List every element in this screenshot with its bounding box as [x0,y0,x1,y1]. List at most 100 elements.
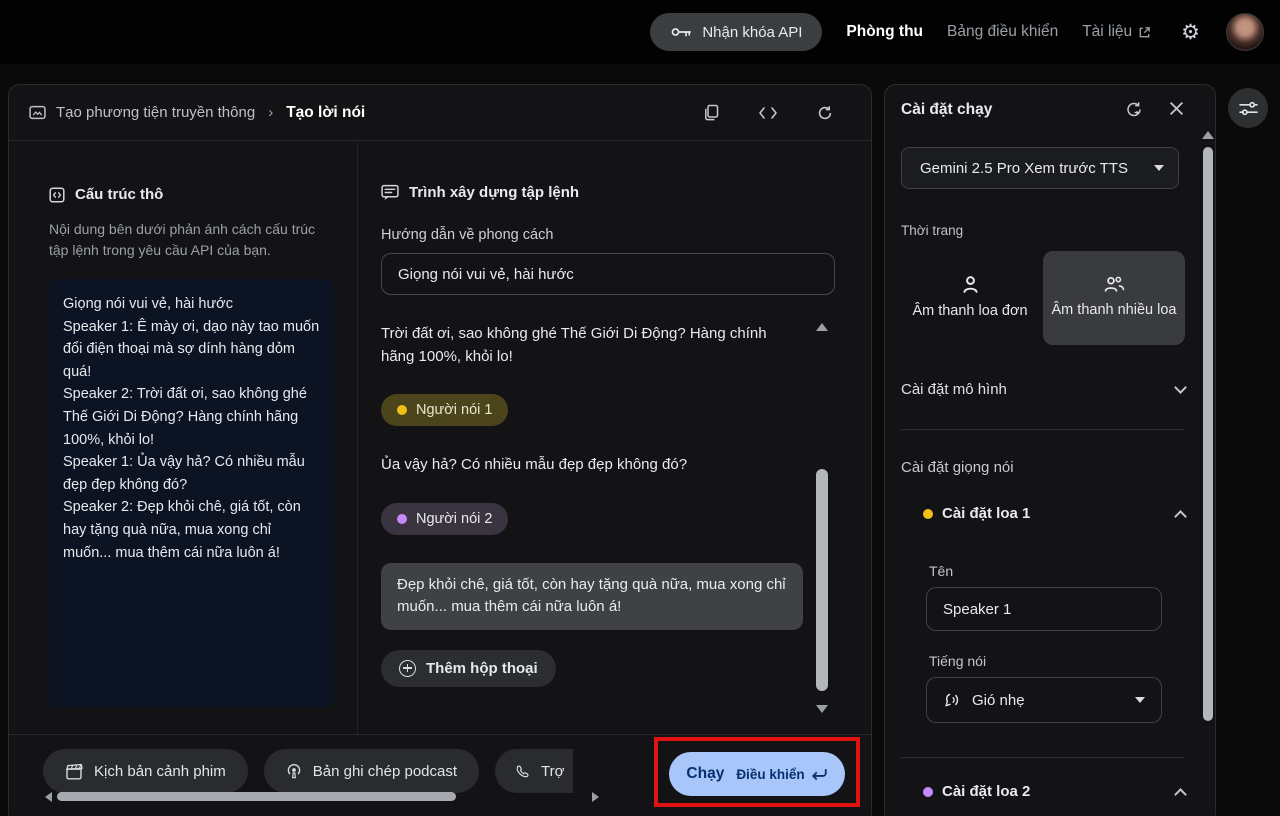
key-icon [670,25,692,39]
breadcrumb-parent-label: Tạo phương tiện truyền thông [56,104,255,121]
speaker-1-voice-selector[interactable]: Gió nhẹ [926,677,1162,723]
scroll-up-arrow[interactable] [816,323,828,331]
template-chips: Kịch bản cảnh phim Bản ghi chép podcast … [43,749,573,793]
breadcrumb-separator: › [268,104,273,121]
mode-single-speaker[interactable]: Âm thanh loa đơn [901,251,1039,345]
run-button-highlight: Chạy Điều khiển [654,737,860,807]
speaker-2-chip[interactable]: Người nói 2 [381,503,508,535]
script-builder-title-row: Trình xây dựng tập lệnh [381,184,835,201]
reset-settings-icon[interactable] [1125,101,1143,118]
dialog-2-text[interactable]: Ủa vậy hả? Có nhiều mẫu đẹp đẹp không đó… [381,454,783,477]
chip-movie-script-label: Kịch bản cảnh phim [94,763,226,780]
editor-columns: Cấu trúc thô Nội dung bên dưới phản ánh … [9,142,871,734]
phone-icon [515,764,530,779]
raw-structure-description: Nội dung bên dưới phản ánh cách cấu trúc… [49,219,333,261]
refresh-icon[interactable] [817,105,833,121]
speaker-2-settings-label: Cài đặt loa 2 [942,783,1030,800]
model-settings-toggle[interactable]: Cài đặt mô hình [901,381,1185,398]
hscroll-left-arrow[interactable] [45,792,52,802]
vertical-scrollbar-thumb[interactable] [816,469,828,691]
run-shortcut-label: Điều khiển [736,767,804,782]
settings-gear-icon[interactable]: ⚙ [1181,22,1200,43]
nav-docs-label: Tài liệu [1082,23,1132,41]
script-builder-icon [381,184,399,201]
chevron-down-icon [1174,381,1187,394]
speaker-1-dot-icon [397,405,407,415]
speaker-2-settings-toggle[interactable]: Cài đặt loa 2 [923,783,1185,800]
speaker-1-name-label: Tên [929,563,953,579]
raw-structure-title-row: Cấu trúc thô [49,186,333,203]
mode-multi-speaker-label: Âm thanh nhiều loa [1051,300,1177,322]
clapperboard-icon [65,763,83,780]
get-api-key-label: Nhận khóa API [702,24,802,41]
run-button-label: Chạy [686,765,724,783]
voice-icon [943,692,960,709]
media-icon [29,105,46,120]
run-button[interactable]: Chạy Điều khiển [669,752,845,796]
external-link-icon [1138,26,1151,39]
hscroll-right-arrow[interactable] [592,792,599,802]
speaker-2-settings-dot-icon [923,787,933,797]
nav-dashboard[interactable]: Bảng điều khiển [947,23,1058,41]
voice-settings-label: Cài đặt giọng nói [901,459,1014,476]
close-icon[interactable] [1169,101,1184,116]
dialog-3-textarea[interactable]: Đẹp khỏi chê, giá tốt, còn hay tặng quà … [381,563,803,630]
code-icon[interactable] [759,107,777,119]
raw-structure-content[interactable]: Giọng nói vui vẻ, hài hước Speaker 1: Ê … [49,279,334,707]
chevron-up-icon [1174,510,1187,523]
model-selector-value: Gemini 2.5 Pro Xem trước TTS [920,160,1128,177]
divider [901,429,1185,430]
voice-settings-header: Cài đặt giọng nói [901,459,1185,476]
divider [901,757,1185,758]
add-dialog-button[interactable]: Thêm hộp thoại [381,650,556,687]
plus-icon [399,660,416,677]
breadcrumb: Tạo phương tiện truyền thông › Tạo lời n… [9,85,871,141]
prompt-bottom-bar: Kịch bản cảnh phim Bản ghi chép podcast … [9,734,871,816]
chip-assistant[interactable]: Trợ [495,749,573,793]
speaker-1-settings-toggle[interactable]: Cài đặt loa 1 [923,505,1185,522]
tune-icon [1239,100,1258,117]
nav-docs[interactable]: Tài liệu [1082,23,1151,41]
speaker-2-dot-icon [397,514,407,524]
single-person-icon [960,274,981,295]
speaker-1-chip[interactable]: Người nói 1 [381,394,508,426]
style-instructions-label: Hướng dẫn về phong cách [381,227,835,243]
scroll-down-arrow[interactable] [816,705,828,713]
run-button-shortcut: Điều khiển [736,767,827,782]
speaker-1-settings-dot-icon [923,509,933,519]
mode-single-speaker-label: Âm thanh loa đơn [909,301,1031,323]
chip-podcast-transcript-label: Bản ghi chép podcast [313,763,457,780]
raw-structure-title: Cấu trúc thô [75,186,163,203]
prompt-panel: Tạo phương tiện truyền thông › Tạo lời n… [8,84,872,816]
horizontal-scrollbar-thumb[interactable] [57,792,456,801]
speaker-1-voice-value: Gió nhẹ [972,692,1025,709]
speaker-1-chip-label: Người nói 1 [416,402,492,418]
user-avatar[interactable] [1226,13,1264,51]
caret-down-icon [1154,165,1164,171]
mode-multi-speaker[interactable]: Âm thanh nhiều loa [1043,251,1185,345]
scroll-up-arrow[interactable] [1202,131,1214,139]
style-instructions-input[interactable] [381,253,835,295]
script-builder-title: Trình xây dựng tập lệnh [409,184,579,201]
dialog-1-text[interactable]: Trời đất ơi, sao không ghé Thế Giới Di Đ… [381,323,783,368]
speaker-1-name-input[interactable] [926,587,1162,631]
run-settings-panel: Cài đặt chạy Gemini 2.5 Pro Xem trước TT… [884,84,1216,816]
mode-label: Thời trang [901,223,963,238]
chip-movie-script[interactable]: Kịch bản cảnh phim [43,749,248,793]
breadcrumb-parent[interactable]: Tạo phương tiện truyền thông [29,104,255,121]
chevron-up-icon [1174,788,1187,801]
raw-structure-icon [49,187,65,203]
top-bar: Nhận khóa API Phòng thu Bảng điều khiển … [0,0,1280,64]
copy-icon[interactable] [703,104,719,121]
multi-person-icon [1102,274,1126,294]
chip-podcast-transcript[interactable]: Bản ghi chép podcast [264,749,479,793]
caret-down-icon [1135,697,1145,703]
return-key-icon [810,768,828,781]
vertical-scrollbar-thumb[interactable] [1203,147,1213,721]
speaker-1-voice-label: Tiếng nói [929,653,986,669]
raw-structure-section: Cấu trúc thô Nội dung bên dưới phản ánh … [9,142,358,734]
model-selector[interactable]: Gemini 2.5 Pro Xem trước TTS [901,147,1179,189]
toggle-run-settings-button[interactable] [1228,88,1268,128]
nav-studio[interactable]: Phòng thu [846,23,923,41]
get-api-key-button[interactable]: Nhận khóa API [650,13,822,51]
